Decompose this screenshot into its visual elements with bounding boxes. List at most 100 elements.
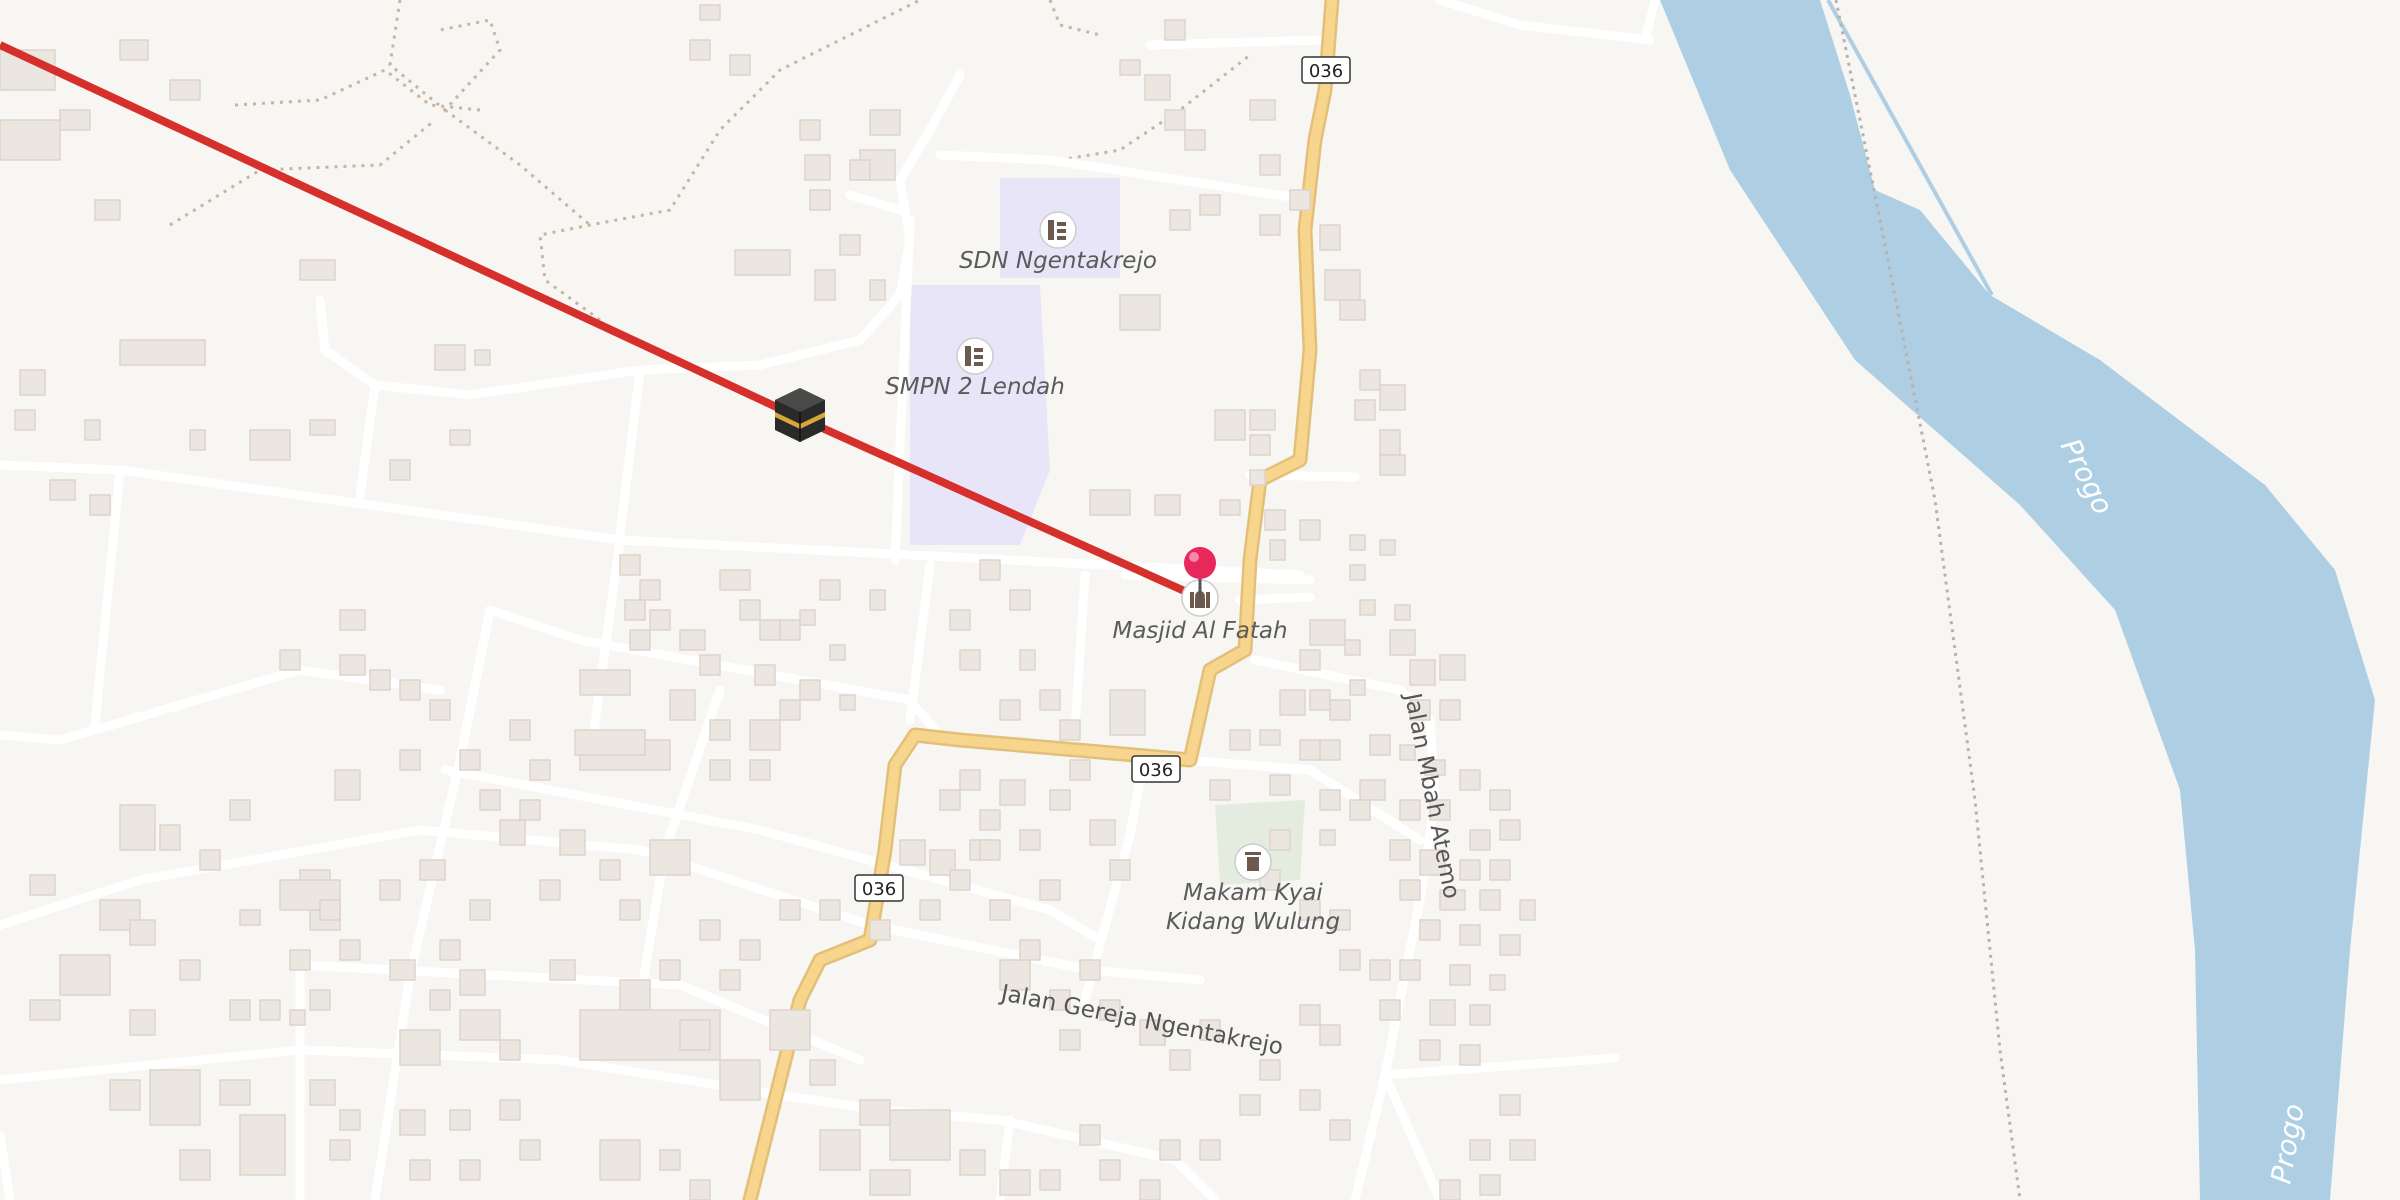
- building: [1154, 494, 1181, 516]
- building: [1099, 1159, 1121, 1181]
- building: [1309, 689, 1331, 711]
- building: [619, 899, 641, 921]
- building: [599, 859, 621, 881]
- building: [1169, 1049, 1191, 1071]
- building: [814, 269, 836, 301]
- building: [1164, 19, 1186, 41]
- building: [1319, 739, 1341, 761]
- building: [539, 879, 561, 901]
- building: [869, 279, 886, 301]
- building: [1324, 269, 1361, 301]
- building: [1089, 819, 1116, 846]
- building: [329, 1139, 351, 1161]
- building: [869, 109, 901, 136]
- building: [719, 1059, 761, 1101]
- building: [1289, 189, 1311, 211]
- building: [1239, 1094, 1261, 1116]
- building: [1229, 729, 1251, 751]
- building: [439, 939, 461, 961]
- building: [459, 1159, 481, 1181]
- building: [1299, 519, 1321, 541]
- building: [939, 789, 961, 811]
- building: [1379, 999, 1401, 1021]
- building: [1519, 899, 1536, 921]
- building: [1329, 699, 1351, 721]
- building: [754, 664, 776, 686]
- building: [549, 959, 576, 981]
- building: [1269, 774, 1291, 796]
- building: [779, 899, 801, 921]
- building: [379, 879, 401, 901]
- building: [1164, 109, 1186, 131]
- building: [1079, 1124, 1101, 1146]
- building: [1109, 859, 1131, 881]
- building: [809, 189, 831, 211]
- building: [1299, 649, 1321, 671]
- map-canvas[interactable]: SDN Ngentakrejo SMPN 2 Lendah Masjid Al …: [0, 0, 2400, 1200]
- building: [1279, 689, 1306, 716]
- building: [619, 554, 641, 576]
- building: [979, 809, 1001, 831]
- building: [1089, 489, 1131, 516]
- building: [739, 599, 761, 621]
- building: [1259, 154, 1281, 176]
- building: [1459, 924, 1481, 946]
- building: [779, 619, 801, 641]
- building: [1349, 534, 1366, 551]
- route-shield: 036: [1301, 56, 1351, 84]
- building: [434, 344, 466, 371]
- building: [799, 119, 821, 141]
- building: [999, 1169, 1031, 1196]
- building: [639, 579, 661, 601]
- building: [959, 1149, 986, 1176]
- building: [1259, 1059, 1281, 1081]
- svg-text:036: 036: [862, 879, 896, 900]
- building: [1039, 1169, 1061, 1191]
- building: [1184, 129, 1206, 151]
- building: [469, 899, 491, 921]
- building: [429, 989, 451, 1011]
- building: [1199, 1139, 1221, 1161]
- building: [1439, 699, 1461, 721]
- building: [1049, 789, 1071, 811]
- building: [369, 669, 391, 691]
- building: [709, 719, 731, 741]
- building: [1039, 879, 1061, 901]
- building: [19, 369, 46, 396]
- building: [309, 419, 336, 436]
- building: [959, 649, 981, 671]
- building: [259, 999, 281, 1021]
- building: [299, 259, 336, 281]
- building: [1309, 619, 1346, 646]
- building: [1359, 599, 1376, 616]
- building: [1059, 1029, 1081, 1051]
- route-shield: 036: [854, 874, 904, 902]
- svg-text:036: 036: [1139, 760, 1173, 781]
- building: [949, 869, 971, 891]
- building: [1069, 759, 1091, 781]
- building: [1394, 604, 1411, 621]
- building: [559, 829, 586, 856]
- building: [399, 749, 421, 771]
- building: [1249, 99, 1276, 121]
- building: [1379, 454, 1406, 476]
- building: [699, 654, 721, 676]
- building: [1159, 1139, 1181, 1161]
- building: [574, 729, 646, 756]
- building: [829, 644, 846, 661]
- building: [1059, 719, 1081, 741]
- building: [159, 824, 181, 851]
- building: [1369, 959, 1391, 981]
- building: [459, 1009, 501, 1041]
- building: [119, 339, 206, 366]
- building: [719, 969, 741, 991]
- building: [29, 999, 61, 1021]
- building: [919, 899, 941, 921]
- building: [14, 409, 36, 431]
- building: [1079, 959, 1101, 981]
- building: [619, 979, 651, 1011]
- building: [729, 54, 751, 76]
- building: [49, 479, 76, 501]
- building: [1249, 434, 1271, 456]
- building: [869, 589, 886, 611]
